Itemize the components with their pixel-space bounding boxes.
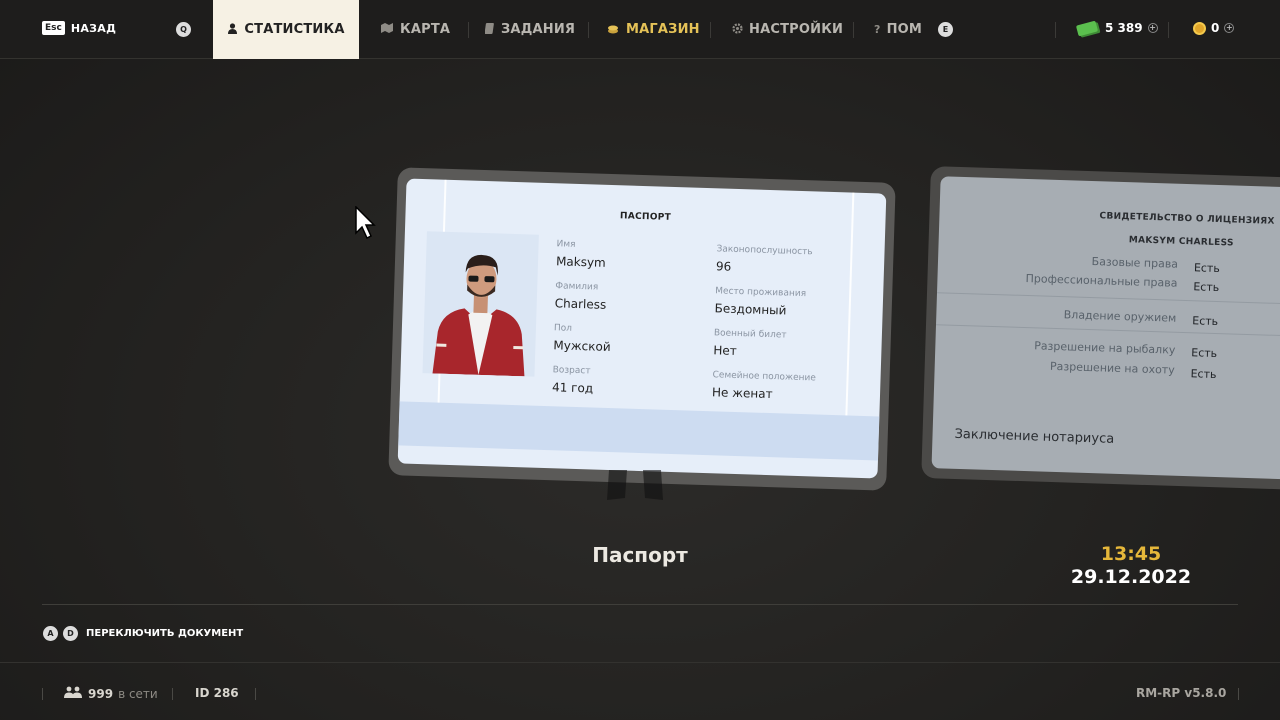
player-id: ID 286 bbox=[195, 686, 239, 700]
version-text: RM-RP v5.8.0 bbox=[1136, 686, 1227, 700]
marital-status-value: Не женат bbox=[711, 385, 773, 402]
license-owner: MAKSYM CHARLESS bbox=[1128, 235, 1234, 249]
divider bbox=[255, 688, 256, 700]
prev-tab-key-hint: Q bbox=[176, 22, 191, 37]
back-label: НАЗАД bbox=[70, 21, 117, 35]
field-label: Пол bbox=[553, 323, 573, 334]
person-icon bbox=[227, 22, 238, 37]
tab-tasks[interactable]: ЗАДАНИЯ bbox=[484, 0, 576, 59]
notary-conclusion: Заключение нотариуса bbox=[954, 426, 1115, 447]
passport-bottom-band bbox=[398, 401, 880, 461]
divider bbox=[42, 604, 1238, 605]
online-count: 999 bbox=[88, 686, 114, 701]
divider bbox=[1238, 688, 1239, 700]
gear-icon bbox=[732, 22, 743, 37]
tab-shop[interactable]: МАГАЗИН bbox=[607, 0, 700, 59]
divider bbox=[937, 292, 1280, 305]
cash-icon bbox=[1075, 20, 1099, 36]
tasks-icon bbox=[484, 22, 495, 37]
coin-amount: 0 bbox=[1211, 21, 1220, 35]
license-card[interactable]: СВИДЕТЕЛЬСТВО О ЛИЦЕНЗИЯХ MAKSYM CHARLES… bbox=[931, 176, 1280, 480]
tab-help[interactable]: ? ПОМ bbox=[874, 0, 922, 59]
sex-value: Мужской bbox=[553, 338, 611, 355]
switch-document-label: ПЕРЕКЛЮЧИТЬ ДОКУМЕНТ bbox=[86, 628, 244, 639]
tab-label: КАРТА bbox=[400, 22, 451, 37]
add-coins-button[interactable]: + bbox=[1224, 23, 1235, 33]
tab-label: НАСТРОЙКИ bbox=[749, 22, 844, 37]
license-value: Есть bbox=[1191, 346, 1218, 361]
back-button[interactable]: Esc НАЗАД bbox=[42, 21, 116, 35]
license-value: Есть bbox=[1190, 367, 1217, 382]
tab-label: ЗАДАНИЯ bbox=[501, 22, 576, 37]
game-clock: 13:45 29.12.2022 bbox=[1070, 543, 1192, 588]
age-value: 41 год bbox=[551, 380, 594, 396]
online-players: 999 в сети bbox=[64, 686, 158, 701]
tab-divider bbox=[468, 22, 469, 38]
clock-date: 29.12.2022 bbox=[1070, 566, 1192, 588]
divider bbox=[1055, 22, 1056, 38]
field-label: Военный билет bbox=[713, 328, 787, 341]
divider bbox=[172, 688, 173, 700]
tab-divider bbox=[853, 22, 854, 38]
character-photo bbox=[422, 231, 539, 377]
field-label: Место проживания bbox=[715, 286, 807, 300]
coins-icon bbox=[607, 23, 620, 37]
tab-divider bbox=[588, 22, 589, 38]
key-a-hint: A bbox=[43, 626, 58, 641]
divider bbox=[42, 688, 43, 700]
license-title: СВИДЕТЕЛЬСТВО О ЛИЦЕНЗИЯХ bbox=[1099, 211, 1275, 227]
key-d-hint: D bbox=[63, 626, 78, 641]
law-abiding-value: 96 bbox=[715, 259, 732, 274]
tab-statistics[interactable]: СТАТИСТИКА bbox=[213, 0, 359, 59]
passport-card[interactable]: ПАСПОРТ Имя Maksym Фамилия Charless Пол … bbox=[397, 178, 887, 479]
first-name-value: Maksym bbox=[555, 254, 606, 270]
field-label: Имя bbox=[556, 239, 576, 250]
next-tab-key-hint: E bbox=[938, 22, 953, 37]
field-label: Законопослушность bbox=[716, 244, 813, 258]
player-id-value: ID 286 bbox=[195, 686, 239, 700]
license-value: Есть bbox=[1193, 261, 1221, 276]
coin-icon bbox=[1193, 21, 1206, 35]
field-label: Возраст bbox=[552, 365, 591, 377]
tab-map[interactable]: КАРТА bbox=[381, 0, 450, 59]
license-label: Разрешение на рыбалку bbox=[1033, 339, 1176, 357]
license-label: Профессиональные права bbox=[1025, 271, 1178, 290]
online-label: в сети bbox=[118, 686, 158, 701]
divider bbox=[1168, 22, 1169, 38]
license-label: Разрешение на охоту bbox=[1049, 359, 1175, 377]
license-label: Базовые права bbox=[1091, 255, 1179, 271]
passport-title: ПАСПОРТ bbox=[619, 211, 672, 223]
clock-time: 13:45 bbox=[1100, 543, 1162, 565]
license-label: Владение оружием bbox=[1063, 308, 1177, 325]
field-label: Семейное положение bbox=[712, 370, 817, 384]
last-name-value: Charless bbox=[554, 296, 607, 312]
character-shadow bbox=[607, 470, 663, 500]
residence-value: Бездомный bbox=[714, 301, 787, 318]
tab-label: МАГАЗИН bbox=[626, 22, 700, 37]
license-value: Есть bbox=[1193, 280, 1220, 295]
tab-settings[interactable]: НАСТРОЙКИ bbox=[732, 0, 843, 59]
add-cash-button[interactable]: + bbox=[1147, 23, 1158, 33]
divider bbox=[935, 324, 1280, 337]
map-icon bbox=[381, 23, 394, 36]
question-icon: ? bbox=[874, 23, 881, 36]
military-id-value: Нет bbox=[713, 343, 737, 358]
tab-divider bbox=[710, 22, 711, 38]
divider bbox=[0, 662, 1280, 663]
license-value: Есть bbox=[1192, 314, 1219, 329]
tab-label: СТАТИСТИКА bbox=[244, 22, 345, 37]
users-icon bbox=[64, 686, 83, 701]
coin-balance: 0 + bbox=[1193, 21, 1235, 35]
field-label: Фамилия bbox=[555, 281, 599, 293]
mouse-cursor-icon bbox=[355, 206, 376, 240]
game-version: RM-RP v5.8.0 bbox=[1136, 686, 1226, 700]
cash-balance: 5 389 + bbox=[1075, 20, 1158, 36]
switch-document-hint[interactable]: A D ПЕРЕКЛЮЧИТЬ ДОКУМЕНТ bbox=[43, 626, 243, 641]
esc-key-hint: Esc bbox=[42, 21, 65, 35]
cash-amount: 5 389 bbox=[1105, 21, 1143, 35]
top-navigation: Esc НАЗАД Q СТАТИСТИКА КАРТА ЗАДАНИЯ МАГ… bbox=[0, 0, 1280, 59]
tab-label: ПОМ bbox=[886, 22, 923, 37]
